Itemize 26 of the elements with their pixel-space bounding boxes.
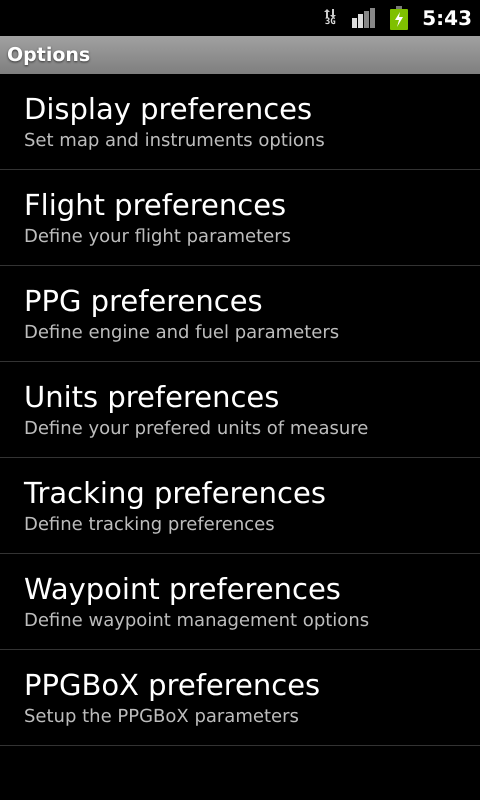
preference-summary: Setup the PPGBoX parameters — [24, 704, 299, 728]
clock-time: 5:43 — [422, 6, 472, 30]
preference-title: PPGBoX preferences — [24, 666, 320, 702]
preference-summary: Define engine and fuel parameters — [24, 320, 340, 344]
preference-title: Units preferences — [24, 378, 280, 414]
preference-item[interactable]: PPGBoX preferences Setup the PPGBoX parameters — [0, 650, 480, 746]
preference-item[interactable]: Flight preferences Define your flight parameters — [0, 170, 480, 266]
preference-title: PPG preferences — [24, 282, 263, 318]
preference-item[interactable]: Tracking preferences Define tracking preferences — [0, 458, 480, 554]
title-bar-title: Options — [7, 44, 90, 66]
preference-item[interactable]: PPG preferences Define engine and fuel parameters — [0, 266, 480, 362]
preference-title: Waypoint preferences — [24, 570, 341, 606]
preference-item[interactable]: Waypoint preferences Define waypoint management options — [0, 554, 480, 650]
battery-charging-icon — [390, 6, 408, 30]
preference-item[interactable]: Units preferences Define your prefered units of measure — [0, 362, 480, 458]
signal-icon — [352, 8, 376, 28]
preference-title: Tracking preferences — [24, 474, 326, 510]
preference-summary: Define waypoint management options — [24, 608, 370, 632]
preference-summary: Define tracking preferences — [24, 512, 275, 536]
preference-item[interactable]: Display preferences Set map and instruments options — [0, 74, 480, 170]
preference-title: Flight preferences — [24, 186, 286, 222]
preference-summary: Set map and instruments options — [24, 128, 325, 152]
preference-summary: Define your prefered units of measure — [24, 416, 368, 440]
preference-summary: Define your flight parameters — [24, 224, 292, 248]
preference-title: Display preferences — [24, 90, 312, 126]
network-type-label: 3G — [324, 18, 336, 27]
